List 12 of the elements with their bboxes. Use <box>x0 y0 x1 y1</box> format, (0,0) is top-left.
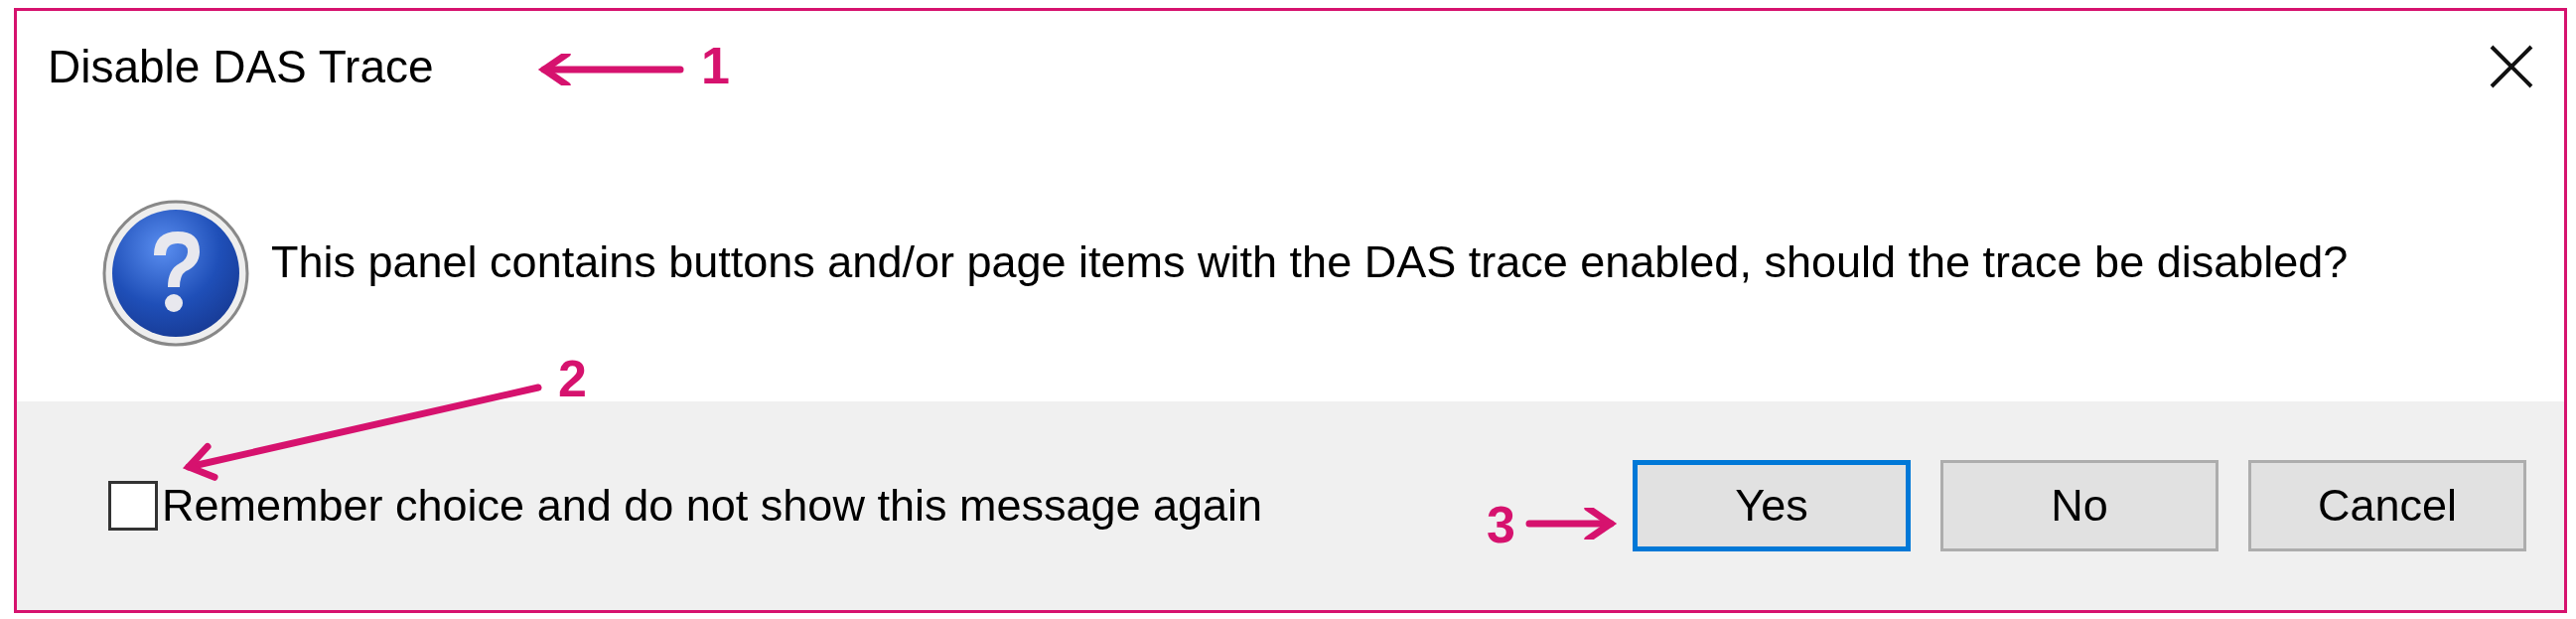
checkbox-label[interactable]: Remember choice and do not show this message again <box>162 480 1263 532</box>
dialog-button[interactable]: No <box>1940 460 2218 551</box>
message-text: This panel contains buttons and/or page items with the DAS trace enabled, should the trace be disabled? <box>271 235 2350 289</box>
window-title: Disable DAS Trace <box>48 40 434 93</box>
annotation-number: 3 <box>1487 499 1515 550</box>
question-icon <box>102 200 249 347</box>
remember-checkbox[interactable] <box>108 481 158 531</box>
close-icon[interactable] <box>2489 44 2534 89</box>
dialog-button[interactable]: Yes <box>1633 460 1911 551</box>
annotation-number: 1 <box>701 40 730 91</box>
annotation-number: 2 <box>558 353 587 404</box>
dialog-button[interactable]: Cancel <box>2248 460 2526 551</box>
